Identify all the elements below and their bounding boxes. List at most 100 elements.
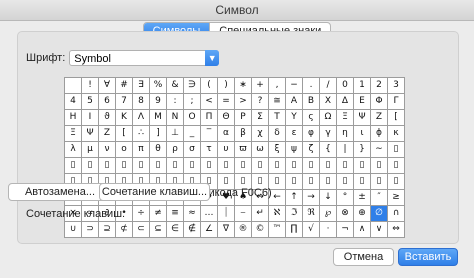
symbol-cell[interactable]: ⋅ — [320, 222, 337, 238]
symbol-cell[interactable]: ! — [82, 78, 99, 94]
symbol-cell[interactable]: ▯ — [286, 158, 303, 174]
symbol-cell[interactable]: ▯ — [65, 158, 82, 174]
symbol-cell[interactable]: ∠ — [201, 222, 218, 238]
symbol-cell[interactable]: φ — [303, 126, 320, 142]
symbol-cell[interactable]: ∨ — [371, 222, 388, 238]
symbol-cell[interactable]: ∀ — [99, 78, 116, 94]
symbol-cell[interactable]: ▯ — [116, 158, 133, 174]
symbol-cell[interactable]: Δ — [337, 94, 354, 110]
symbol-cell[interactable]: ξ — [269, 142, 286, 158]
symbol-cell[interactable]: Τ — [269, 110, 286, 126]
symbol-cell[interactable]: ¬ — [337, 222, 354, 238]
symbol-cell[interactable]: ω — [252, 142, 269, 158]
symbol-cell[interactable]: Γ — [388, 94, 405, 110]
symbol-cell[interactable]: η — [337, 126, 354, 142]
symbol-cell[interactable]: θ — [150, 142, 167, 158]
symbol-cell[interactable]: Ψ — [354, 110, 371, 126]
symbol-cell[interactable]: + — [252, 78, 269, 94]
symbol-cell[interactable]: Χ — [320, 94, 337, 110]
symbol-cell[interactable]: Α — [286, 94, 303, 110]
symbol-cell[interactable]: { — [320, 142, 337, 158]
symbol-cell[interactable]: √ — [303, 222, 320, 238]
symbol-cell[interactable]: } — [354, 142, 371, 158]
symbol-cell[interactable]: | — [337, 142, 354, 158]
symbol-cell[interactable]: Ψ — [82, 126, 99, 142]
symbol-cell[interactable]: τ — [201, 142, 218, 158]
symbol-cell[interactable]: ▯ — [337, 158, 354, 174]
symbol-cell[interactable]: ‾ — [201, 126, 218, 142]
symbol-cell[interactable]: Ο — [184, 110, 201, 126]
symbol-cell[interactable]: ⊕ — [354, 206, 371, 222]
symbol-cell[interactable]: ▯ — [337, 174, 354, 190]
symbol-cell[interactable]: γ — [320, 126, 337, 142]
symbol-cell[interactable]: κ — [388, 126, 405, 142]
symbol-cell[interactable]: 8 — [133, 94, 150, 110]
symbol-cell[interactable]: ; — [184, 94, 201, 110]
symbol-cell[interactable]: Ε — [354, 94, 371, 110]
symbol-cell[interactable]: ↓ — [320, 190, 337, 206]
symbol-cell[interactable]: [ — [116, 126, 133, 142]
symbol-cell[interactable]: ∏ — [286, 222, 303, 238]
symbol-cell[interactable]: δ — [269, 126, 286, 142]
symbol-cell[interactable]: ▯ — [371, 158, 388, 174]
symbol-cell[interactable]: ρ — [167, 142, 184, 158]
symbol-cell[interactable]: ℜ — [303, 206, 320, 222]
symbol-cell[interactable]: 5 — [82, 94, 99, 110]
symbol-cell[interactable]: ° — [337, 190, 354, 206]
symbol-cell[interactable]: ▯ — [371, 174, 388, 190]
symbol-cell[interactable]: σ — [184, 142, 201, 158]
symbol-cell[interactable]: ⊃ — [82, 222, 99, 238]
symbol-cell[interactable]: ▯ — [133, 158, 150, 174]
symbol-cell[interactable]: Ι — [82, 110, 99, 126]
symbol-cell[interactable]: ∇ — [218, 222, 235, 238]
symbol-cell[interactable]: ⊄ — [116, 222, 133, 238]
symbol-cell[interactable]: Θ — [218, 110, 235, 126]
symbol-cell[interactable]: ⎯ — [235, 206, 252, 222]
symbol-cell[interactable]: ▯ — [388, 158, 405, 174]
symbol-cell[interactable]: ⊂ — [133, 222, 150, 238]
symbol-cell[interactable]: → — [303, 190, 320, 206]
symbol-cell[interactable]: ι — [354, 126, 371, 142]
symbol-cell[interactable]: ∩ — [388, 206, 405, 222]
symbol-cell[interactable]: Κ — [116, 110, 133, 126]
font-select[interactable]: Symbol ▼ — [69, 50, 220, 66]
symbol-cell[interactable]: % — [150, 78, 167, 94]
symbol-cell[interactable]: ▯ — [201, 158, 218, 174]
symbol-cell[interactable]: ≅ — [269, 94, 286, 110]
symbol-cell[interactable]: 6 — [99, 94, 116, 110]
symbol-cell[interactable]: ⊆ — [150, 222, 167, 238]
symbol-cell[interactable]: ϖ — [235, 142, 252, 158]
symbol-cell[interactable]: ζ — [303, 142, 320, 158]
symbol-cell[interactable]: ϕ — [371, 126, 388, 142]
symbol-cell[interactable]: ≥ — [388, 190, 405, 206]
symbol-cell[interactable]: ″ — [371, 190, 388, 206]
symbol-cell[interactable]: Ρ — [235, 110, 252, 126]
symbol-cell[interactable]: / — [320, 78, 337, 94]
symbol-cell[interactable]: ▯ — [252, 158, 269, 174]
symbol-cell[interactable]: [ — [388, 110, 405, 126]
symbol-cell[interactable] — [65, 78, 82, 94]
symbol-cell[interactable]: ∪ — [65, 222, 82, 238]
symbol-cell[interactable]: ⊥ — [167, 126, 184, 142]
symbol-cell[interactable]: ∧ — [354, 222, 371, 238]
symbol-cell[interactable]: Ξ — [65, 126, 82, 142]
symbol-cell[interactable]: Ζ — [371, 110, 388, 126]
symbol-cell[interactable]: ⏐ — [218, 206, 235, 222]
symbol-cell[interactable]: © — [252, 222, 269, 238]
symbol-cell[interactable]: ℵ — [269, 206, 286, 222]
symbol-cell[interactable]: ⊇ — [99, 222, 116, 238]
symbol-cell[interactable]: ε — [286, 126, 303, 142]
symbol-cell[interactable]: ∃ — [133, 78, 150, 94]
symbol-cell[interactable]: ν — [99, 142, 116, 158]
symbol-cell[interactable]: 2 — [371, 78, 388, 94]
symbol-cell[interactable]: ≠ — [150, 206, 167, 222]
symbol-cell[interactable]: , — [269, 78, 286, 94]
symbol-cell[interactable]: & — [167, 78, 184, 94]
symbol-cell[interactable]: Ζ — [99, 126, 116, 142]
symbol-cell[interactable]: ∈ — [167, 222, 184, 238]
symbol-cell[interactable]: ▯ — [99, 158, 116, 174]
symbol-cell[interactable]: ∋ — [184, 78, 201, 94]
symbol-cell[interactable]: ϑ — [99, 110, 116, 126]
symbol-cell[interactable]: ∉ — [184, 222, 201, 238]
symbol-cell[interactable]: ▯ — [218, 158, 235, 174]
